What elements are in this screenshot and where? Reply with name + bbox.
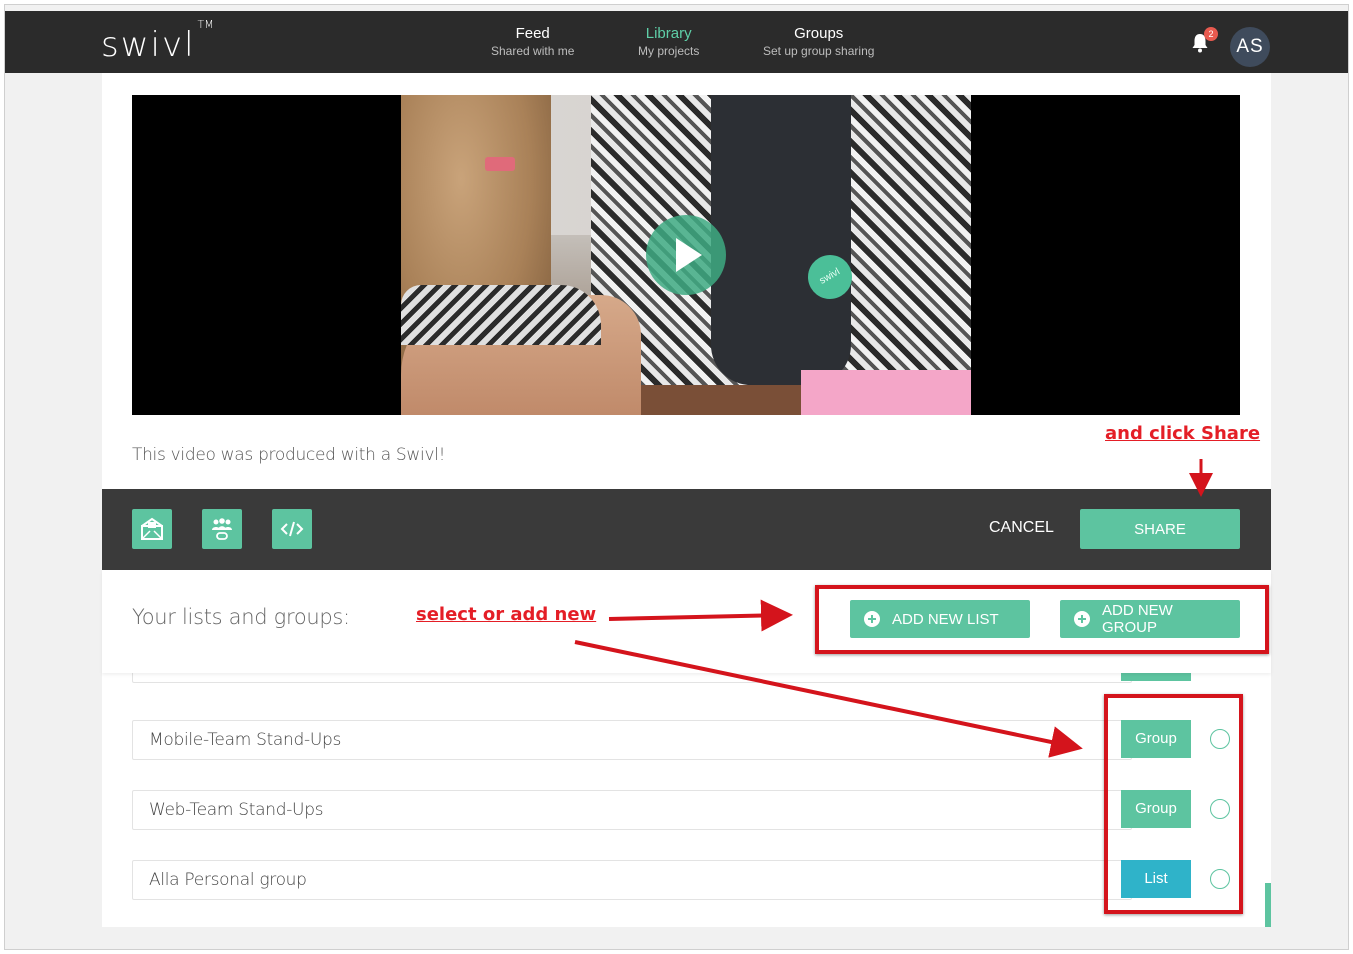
- nav-library-title: Library: [645, 25, 692, 42]
- share-panel: swivl This video was produced with a Swi…: [102, 73, 1271, 927]
- nav-groups-title: Groups: [794, 25, 844, 42]
- list-item-name: Alla Personal group: [132, 860, 1132, 900]
- nav-library[interactable]: Library My projects: [638, 25, 699, 58]
- nav-feed-subtitle: Shared with me: [491, 44, 575, 58]
- email-share-icon[interactable]: [132, 509, 172, 549]
- lists-heading: Your lists and groups:: [132, 605, 350, 629]
- list-item[interactable]: Alla Personal group List: [132, 860, 1240, 900]
- annotation-share-hint: and click Share: [1105, 423, 1261, 444]
- nav-groups-subtitle: Set up group sharing: [763, 44, 875, 58]
- annotation-box-add-buttons: [815, 585, 1269, 654]
- list-item-name: Web-Team Stand-Ups: [132, 790, 1132, 830]
- swivl-logo[interactable]: swivlTM: [101, 18, 214, 65]
- nav-feed[interactable]: Feed Shared with me: [491, 25, 574, 58]
- list-item-name: Mobile-Team Stand-Ups: [132, 720, 1132, 760]
- nav-feed-title: Feed: [515, 25, 550, 42]
- list-item[interactable]: [132, 673, 1240, 683]
- video-thumbnail: swivl: [401, 95, 971, 415]
- lists-scroll-area[interactable]: Mobile-Team Stand-Ups Group Web-Team Sta…: [102, 673, 1271, 927]
- notification-badge: 2: [1204, 27, 1218, 41]
- annotation-select-hint: select or add new: [416, 604, 597, 625]
- avatar[interactable]: AS: [1230, 27, 1270, 67]
- video-player[interactable]: swivl: [132, 95, 1240, 415]
- list-item[interactable]: Web-Team Stand-Ups Group: [132, 790, 1240, 830]
- share-toolbar: CANCEL SHARE: [102, 489, 1271, 570]
- list-item-name: [132, 673, 1132, 683]
- annotation-box-tags: [1104, 694, 1243, 914]
- cancel-button[interactable]: CANCEL: [989, 519, 1054, 537]
- list-item-type-tag: [1121, 673, 1191, 681]
- share-button[interactable]: SHARE: [1080, 509, 1240, 549]
- list-item[interactable]: Mobile-Team Stand-Ups Group: [132, 720, 1240, 760]
- embed-code-icon[interactable]: [272, 509, 312, 549]
- app-window: swivlTM Feed Shared with me Library My p…: [4, 4, 1349, 950]
- trademark: TM: [197, 17, 214, 31]
- play-icon[interactable]: [646, 215, 726, 295]
- scrollbar-thumb[interactable]: [1265, 883, 1271, 927]
- nav-groups[interactable]: Groups Set up group sharing: [763, 25, 874, 58]
- top-navigation-bar: swivlTM Feed Shared with me Library My p…: [5, 11, 1348, 73]
- video-caption: This video was produced with a Swivl!: [132, 445, 446, 465]
- nav-library-subtitle: My projects: [638, 44, 700, 58]
- group-share-icon[interactable]: [202, 509, 242, 549]
